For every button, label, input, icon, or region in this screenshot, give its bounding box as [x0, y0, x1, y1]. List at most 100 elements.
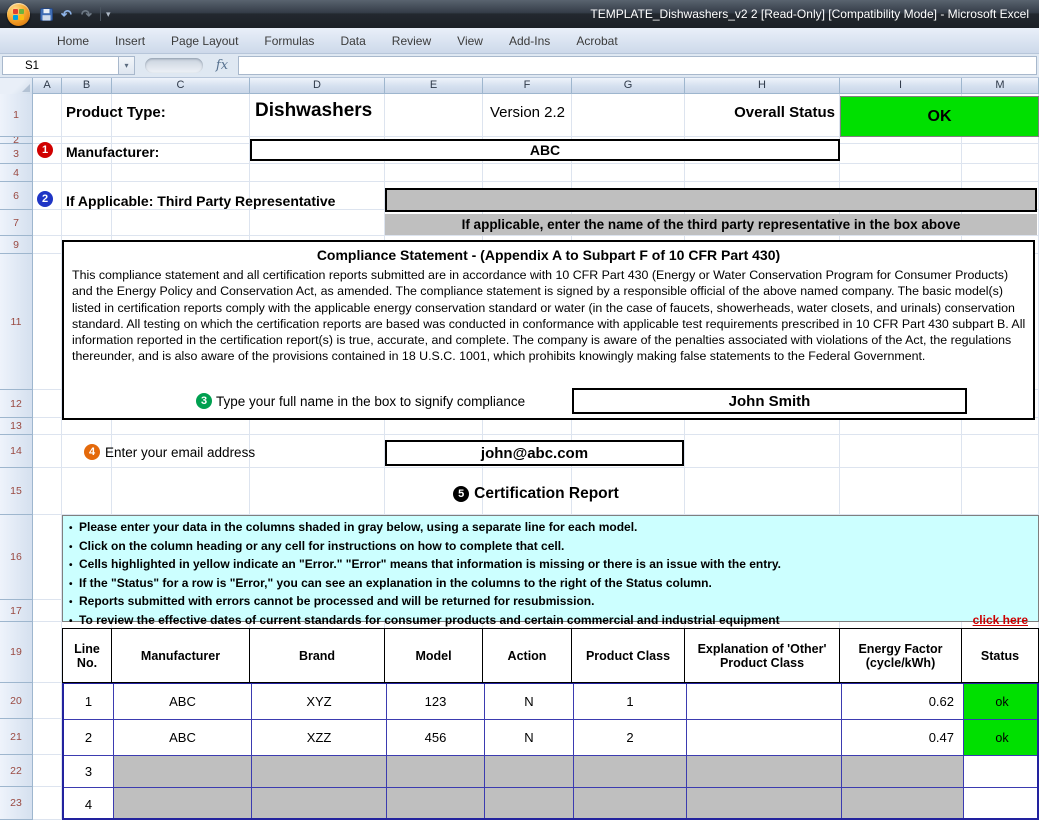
cell-action[interactable] [485, 756, 574, 788]
row-header-6[interactable]: 6 [0, 182, 33, 210]
cell-product-class[interactable]: 2 [574, 720, 687, 756]
cell-manufacturer[interactable]: ABC [114, 720, 252, 756]
cell-model[interactable] [387, 788, 485, 820]
ribbon-tab-data[interactable]: Data [327, 29, 378, 53]
column-header-f[interactable]: F [483, 78, 572, 94]
cell-product-class[interactable] [574, 756, 687, 788]
cell-brand[interactable]: XYZ [252, 684, 387, 720]
ribbon-tab-add-ins[interactable]: Add-Ins [496, 29, 563, 53]
ribbon-tab-page-layout[interactable]: Page Layout [158, 29, 251, 53]
ribbon-tab-home[interactable]: Home [44, 29, 102, 53]
column-header-i[interactable]: I [840, 78, 962, 94]
cell-brand[interactable] [252, 756, 387, 788]
cell-energy-factor-cycle-kwh[interactable]: 0.62 [842, 684, 964, 720]
row-header-3[interactable]: 3 [0, 144, 33, 164]
cell-status[interactable]: ok [964, 684, 1039, 720]
office-logo-icon [13, 9, 24, 20]
cell-explanation-of-other-product-class[interactable] [687, 684, 842, 720]
table-header-product-class[interactable]: Product Class [572, 628, 685, 683]
table-header-line-no[interactable]: Line No. [62, 628, 112, 683]
row-header-7[interactable]: 7 [0, 210, 33, 236]
row-header-17[interactable]: 17 [0, 600, 33, 622]
row-header-16[interactable]: 16 [0, 515, 33, 600]
cell-model[interactable]: 456 [387, 720, 485, 756]
table-header-action[interactable]: Action [483, 628, 572, 683]
cell-status[interactable] [964, 788, 1039, 820]
cell-manufacturer[interactable] [114, 756, 252, 788]
column-header-d[interactable]: D [250, 78, 385, 94]
cell-line-no[interactable]: 2 [64, 720, 114, 756]
row-header-23[interactable]: 23 [0, 787, 33, 820]
table-header-energy-factor-cycle-kwh[interactable]: Energy Factor (cycle/kWh) [840, 628, 962, 683]
row-header-2[interactable]: 2 [0, 137, 33, 144]
row-header-21[interactable]: 21 [0, 719, 33, 755]
email-input[interactable]: john@abc.com [385, 440, 684, 466]
column-header-h[interactable]: H [685, 78, 840, 94]
cell-action[interactable]: N [485, 720, 574, 756]
column-header-g[interactable]: G [572, 78, 685, 94]
office-button[interactable] [7, 3, 30, 26]
third-party-input[interactable] [385, 188, 1037, 212]
row-header-4[interactable]: 4 [0, 164, 33, 182]
row-header-9[interactable]: 9 [0, 236, 33, 254]
select-all-corner[interactable] [0, 78, 33, 94]
version-label: Version 2.2 [483, 104, 572, 121]
cell-explanation-of-other-product-class[interactable] [687, 788, 842, 820]
table-header-manufacturer[interactable]: Manufacturer [112, 628, 250, 683]
row-header-19[interactable]: 19 [0, 622, 33, 683]
row-header-15[interactable]: 15 [0, 468, 33, 515]
cell-energy-factor-cycle-kwh[interactable] [842, 788, 964, 820]
table-header-brand[interactable]: Brand [250, 628, 385, 683]
ribbon-tab-formulas[interactable]: Formulas [251, 29, 327, 53]
table-header-status[interactable]: Status [962, 628, 1039, 683]
manufacturer-input[interactable]: ABC [250, 139, 840, 161]
ribbon-tab-view[interactable]: View [444, 29, 496, 53]
table-header-model[interactable]: Model [385, 628, 483, 683]
row-header-11[interactable]: 11 [0, 254, 33, 390]
row-header-14[interactable]: 14 [0, 435, 33, 468]
cell-line-no[interactable]: 3 [64, 756, 114, 788]
cell-manufacturer[interactable]: ABC [114, 684, 252, 720]
cell-energy-factor-cycle-kwh[interactable] [842, 756, 964, 788]
cell-manufacturer[interactable] [114, 788, 252, 820]
cell-action[interactable]: N [485, 684, 574, 720]
redo-icon[interactable]: ↷ [78, 6, 95, 23]
cell-product-class[interactable]: 1 [574, 684, 687, 720]
save-icon[interactable] [38, 6, 55, 23]
ribbon-tab-acrobat[interactable]: Acrobat [563, 29, 630, 53]
cell-product-class[interactable] [574, 788, 687, 820]
row-header-13[interactable]: 13 [0, 418, 33, 435]
name-box[interactable]: S1 [2, 56, 118, 75]
cell-brand[interactable] [252, 788, 387, 820]
cell-model[interactable] [387, 756, 485, 788]
ribbon-tab-review[interactable]: Review [379, 29, 444, 53]
table-header-explanation-of-other-product-class[interactable]: Explanation of 'Other' Product Class [685, 628, 840, 683]
name-box-dropdown-icon[interactable]: ▾ [118, 56, 135, 75]
row-header-12[interactable]: 12 [0, 390, 33, 418]
cell-line-no[interactable]: 1 [64, 684, 114, 720]
cell-explanation-of-other-product-class[interactable] [687, 756, 842, 788]
column-header-e[interactable]: E [385, 78, 483, 94]
undo-icon[interactable]: ↶ [58, 6, 75, 23]
row-header-22[interactable]: 22 [0, 755, 33, 787]
cell-model[interactable]: 123 [387, 684, 485, 720]
formula-input[interactable] [238, 56, 1037, 75]
ribbon-tab-insert[interactable]: Insert [102, 29, 158, 53]
cell-status[interactable]: ok [964, 720, 1039, 756]
column-header-c[interactable]: C [112, 78, 250, 94]
cell-energy-factor-cycle-kwh[interactable]: 0.47 [842, 720, 964, 756]
column-header-m[interactable]: M [962, 78, 1039, 94]
cell-action[interactable] [485, 788, 574, 820]
column-header-b[interactable]: B [62, 78, 112, 94]
cell-explanation-of-other-product-class[interactable] [687, 720, 842, 756]
column-header-a[interactable]: A [33, 78, 62, 94]
qat-customize-icon[interactable]: ▾ [106, 9, 111, 20]
row-header-20[interactable]: 20 [0, 683, 33, 719]
insert-function-button[interactable]: fx [212, 58, 232, 73]
cell-status[interactable] [964, 756, 1039, 788]
cell-brand[interactable]: XZZ [252, 720, 387, 756]
click-here-link[interactable]: click here [973, 612, 1032, 629]
cell-line-no[interactable]: 4 [64, 788, 114, 820]
signature-input[interactable]: John Smith [572, 388, 967, 414]
row-header-1[interactable]: 1 [0, 94, 33, 137]
